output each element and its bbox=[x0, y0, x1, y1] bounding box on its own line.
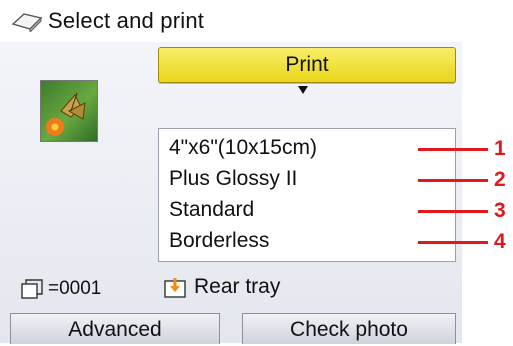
setting-page-size[interactable]: 4"x6"(10x15cm) bbox=[169, 133, 317, 163]
butterfly-flower-image bbox=[46, 92, 86, 136]
title-bar: Select and print bbox=[0, 0, 462, 42]
callout-number-1: 1 bbox=[494, 137, 506, 160]
check-photo-button[interactable]: Check photo bbox=[242, 313, 456, 344]
advanced-button[interactable]: Advanced bbox=[10, 313, 220, 344]
print-button[interactable]: Print bbox=[158, 47, 456, 83]
print-settings-list[interactable]: 4"x6"(10x15cm) Plus Glossy II Standard B… bbox=[158, 128, 456, 262]
copies-icon bbox=[21, 279, 43, 299]
callout-line-1 bbox=[418, 148, 488, 151]
callout-line-4 bbox=[418, 241, 488, 244]
rear-tray-icon bbox=[164, 278, 186, 298]
photo-thumbnail[interactable] bbox=[40, 80, 98, 142]
callout-number-4: 4 bbox=[494, 230, 506, 253]
callout-number-2: 2 bbox=[494, 168, 506, 191]
setting-media-type[interactable]: Plus Glossy II bbox=[169, 164, 297, 194]
callout-number-3: 3 bbox=[494, 199, 506, 222]
callout-line-3 bbox=[418, 210, 488, 213]
lcd-screen: Select and print Print 4"x6"(10x15cm) Pl… bbox=[0, 0, 462, 344]
paper-icon bbox=[11, 13, 43, 32]
setting-borderless[interactable]: Borderless bbox=[169, 226, 269, 256]
paper-source-indicator: Rear tray bbox=[162, 272, 280, 302]
down-arrow-icon bbox=[298, 86, 308, 94]
setting-print-quality[interactable]: Standard bbox=[169, 195, 254, 225]
paper-source-label: Rear tray bbox=[194, 275, 281, 298]
page-title: Select and print bbox=[48, 8, 205, 33]
callout-line-2 bbox=[418, 179, 488, 182]
copies-indicator: =0001 bbox=[20, 274, 101, 304]
copies-count: =0001 bbox=[48, 278, 102, 299]
